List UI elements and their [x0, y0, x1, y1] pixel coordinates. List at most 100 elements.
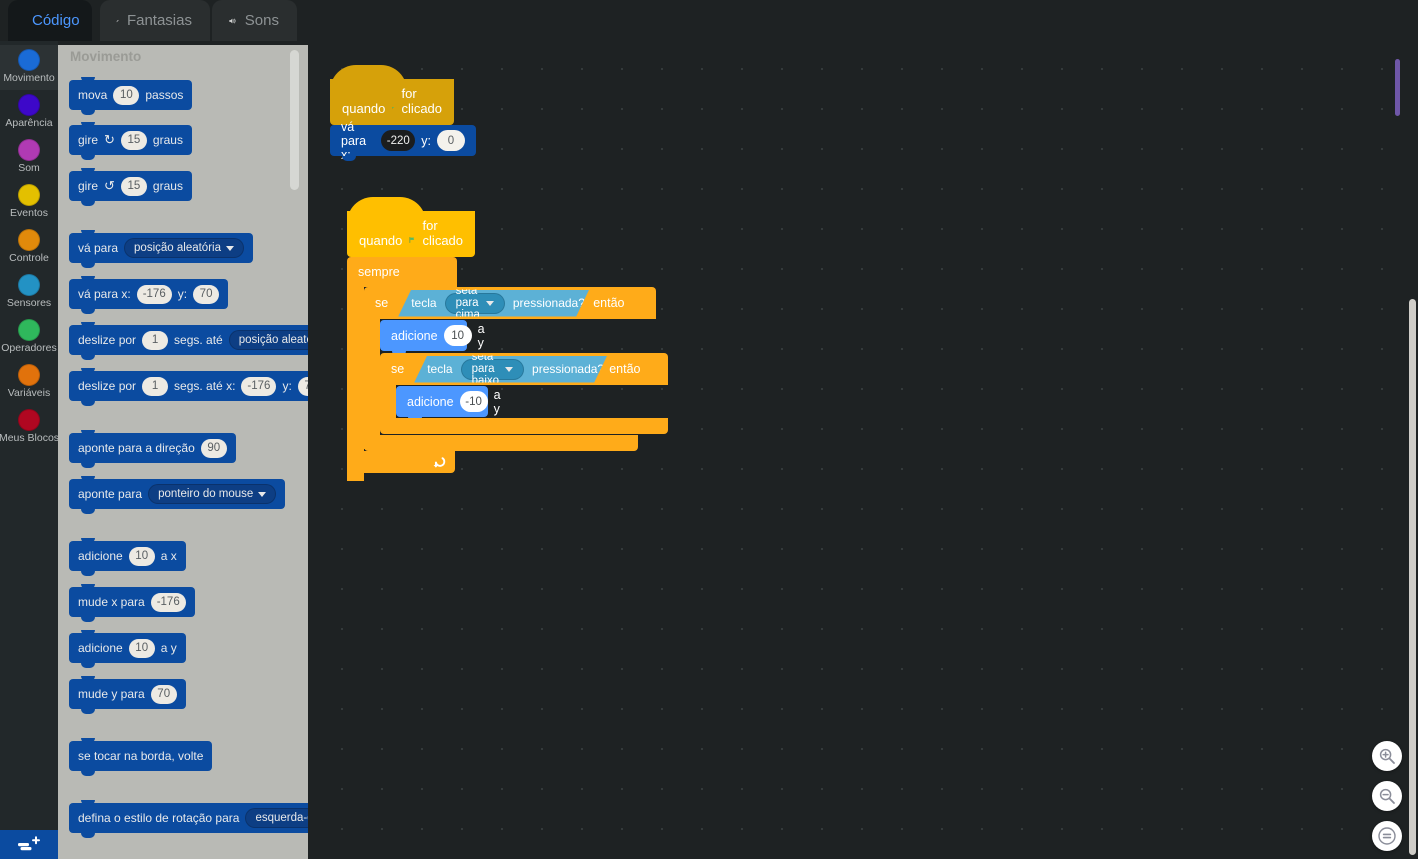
deslize-ate-target-dropdown[interactable]: posição aleatória: [228, 330, 308, 350]
sidebar-item-sensores-label: Sensores: [6, 297, 52, 309]
scratch-editor-root: Código Fantasias Sons Movimento Aparênci…: [0, 0, 1418, 859]
palette-block-gire-horario[interactable]: gire ↻ 15 graus: [69, 122, 192, 160]
va-para-xy-x-input[interactable]: -176: [136, 284, 172, 304]
aponte-para-target-dropdown[interactable]: ponteiro do mouse: [148, 484, 277, 504]
script-one[interactable]: quando for clicado vá para x: -220 y: 0: [330, 65, 476, 162]
gire-ccw-pre-label: gire: [78, 179, 99, 193]
gire-cw-degrees-input[interactable]: 15: [120, 130, 147, 150]
palette-block-aponte-para[interactable]: aponte para ponteiro do mouse: [69, 476, 286, 514]
deslize-xy-secs-input[interactable]: 1: [142, 376, 169, 396]
palette-block-tocar-borda[interactable]: se tocar na borda, volte: [69, 738, 213, 776]
sidebar-item-meus-blocos[interactable]: Meus Blocos: [0, 405, 58, 450]
palette-block-mude-y[interactable]: mude y para 70: [69, 676, 186, 714]
if-down-entao-label: então: [609, 362, 641, 376]
estilo-rotacao-dropdown[interactable]: esquerda-direita: [245, 808, 308, 828]
sidebar-item-aparencia-label: Aparência: [5, 117, 53, 129]
sidebar-item-variaveis[interactable]: Variáveis: [0, 360, 58, 405]
gire-ccw-degrees-input[interactable]: 15: [120, 176, 147, 196]
hat-top-curve: [347, 197, 427, 225]
palette-block-gire-antihorario[interactable]: gire ↺ 15 graus: [69, 168, 192, 206]
workspace-vertical-marker[interactable]: [1395, 59, 1400, 116]
va-para-pre-label: vá para: [78, 241, 119, 255]
variaveis-color-dot: [18, 364, 40, 386]
if-up-condition-key-pressed[interactable]: tecla seta para cima pressionada?: [398, 290, 589, 317]
mova-steps-input[interactable]: 10: [113, 85, 140, 105]
adicione-x-post-label: a x: [160, 549, 177, 563]
aparencia-color-dot: [18, 94, 40, 116]
palette-block-aponte-direcao[interactable]: aponte para a direção 90: [69, 430, 236, 468]
adicione-y-input[interactable]: 10: [128, 638, 155, 658]
va-para-target-dropdown[interactable]: posição aleatória: [124, 238, 244, 258]
workspace-scrollbar[interactable]: [1409, 299, 1416, 855]
palette-block-adicione-y[interactable]: adicione 10 a y: [69, 630, 186, 668]
mude-y-input[interactable]: 70: [150, 684, 177, 704]
chevron-down-icon: [486, 301, 494, 306]
adicione-up-value-input[interactable]: 10: [443, 325, 472, 346]
if-down-key-dropdown[interactable]: seta para baixo: [461, 359, 524, 380]
script-one-hat-post-label: for clicado: [401, 86, 443, 116]
if-down-header[interactable]: se tecla seta para baixo pressionada? en…: [380, 353, 668, 385]
forever-header[interactable]: sempre: [347, 257, 457, 287]
palette-block-deslize-ate[interactable]: deslize por 1 segs. até posição aleatóri…: [69, 322, 308, 360]
sidebar-item-sensores[interactable]: Sensores: [0, 270, 58, 315]
tab-fantasias[interactable]: Fantasias: [100, 0, 210, 41]
sidebar-item-controle[interactable]: Controle: [0, 225, 58, 270]
if-down-se-label: se: [391, 362, 405, 376]
sidebar-item-operadores[interactable]: Operadores: [0, 315, 58, 360]
script-workspace[interactable]: quando for clicado vá para x: -220 y: 0 …: [308, 41, 1418, 859]
deslize-ate-secs-input[interactable]: 1: [142, 330, 169, 350]
add-extension-button[interactable]: [0, 830, 58, 859]
eventos-color-dot: [18, 184, 40, 206]
add-extension-icon: [18, 835, 40, 850]
if-up-header[interactable]: se tecla seta para cima pressionada? ent…: [364, 287, 656, 319]
if-down-footer: [380, 418, 668, 434]
sidebar-item-aparencia[interactable]: Aparência: [0, 90, 58, 135]
adicione-x-input[interactable]: 10: [128, 546, 155, 566]
speaker-icon: [229, 18, 236, 23]
deslize-ate-target-value: posição aleatória: [238, 334, 308, 346]
script-one-block-va-para-xy[interactable]: vá para x: -220 y: 0: [330, 120, 476, 162]
if-up-condition-pre-label: tecla: [411, 296, 437, 310]
palette-block-estilo-rotacao[interactable]: defina o estilo de rotação para esquerda…: [69, 800, 308, 838]
tab-sons-label: Sons: [244, 12, 279, 29]
adicione-down-value-input[interactable]: -10: [459, 391, 488, 412]
script-one-goto-y-input[interactable]: 0: [437, 130, 465, 151]
script-two-hat-when-flag-clicked[interactable]: quando for clicado: [347, 197, 475, 257]
sidebar-item-som[interactable]: Som: [0, 135, 58, 180]
deslize-xy-x-input[interactable]: -176: [241, 376, 277, 396]
tab-sons[interactable]: Sons: [212, 0, 297, 41]
block-adicione-10-a-y[interactable]: adicione 10 a y: [380, 320, 485, 356]
if-down-condition-post-label: pressionada?: [532, 362, 605, 376]
script-two[interactable]: quando for clicado sempre se tecla seta …: [347, 197, 668, 481]
script-one-hat-when-flag-clicked[interactable]: quando for clicado: [330, 65, 454, 125]
mude-x-input[interactable]: -176: [150, 592, 186, 612]
va-para-xy-mid-label: y:: [177, 287, 188, 301]
deslize-xy-y-input[interactable]: 70: [297, 376, 308, 396]
block-palette[interactable]: Movimento mova 10 passos gire ↻ 15 graus…: [58, 45, 308, 859]
if-down-condition-key-pressed[interactable]: tecla seta para baixo pressionada?: [414, 356, 607, 383]
if-down-key-value: seta para baixo: [471, 351, 500, 387]
palette-block-va-para[interactable]: vá para posição aleatória: [69, 230, 253, 268]
zoom-out-button[interactable]: [1372, 781, 1402, 811]
palette-block-mova[interactable]: mova 10 passos: [69, 77, 193, 115]
sidebar-item-eventos[interactable]: Eventos: [0, 180, 58, 225]
zoom-reset-button[interactable]: [1372, 821, 1402, 851]
script-one-goto-x-input[interactable]: -220: [381, 130, 416, 151]
sidebar-item-movimento[interactable]: Movimento: [0, 45, 58, 90]
zoom-in-button[interactable]: [1372, 741, 1402, 771]
aponte-direcao-input[interactable]: 90: [200, 438, 227, 458]
if-up-block[interactable]: se tecla seta para cima pressionada? ent…: [364, 287, 668, 451]
if-up-key-dropdown[interactable]: seta para cima: [445, 293, 505, 314]
script-two-forever-block[interactable]: sempre se tecla seta para cima pressiona…: [347, 257, 668, 481]
palette-category-header: Movimento: [70, 49, 142, 64]
palette-scrollbar[interactable]: [290, 50, 299, 190]
va-para-xy-y-input[interactable]: 70: [193, 284, 220, 304]
tab-codigo[interactable]: Código: [8, 0, 92, 41]
palette-block-va-para-xy[interactable]: vá para x: -176 y: 70: [69, 276, 229, 314]
block-adicione-menos10-a-y[interactable]: adicione -10 a y: [396, 386, 501, 422]
if-down-block[interactable]: se tecla seta para baixo pressionada? en…: [380, 353, 668, 434]
palette-block-deslize-xy[interactable]: deslize por 1 segs. até x: -176 y: 70: [69, 368, 308, 406]
palette-block-adicione-x[interactable]: adicione 10 a x: [69, 538, 186, 576]
gire-cw-pre-label: gire: [78, 133, 99, 147]
palette-block-mude-x[interactable]: mude x para -176: [69, 584, 195, 622]
